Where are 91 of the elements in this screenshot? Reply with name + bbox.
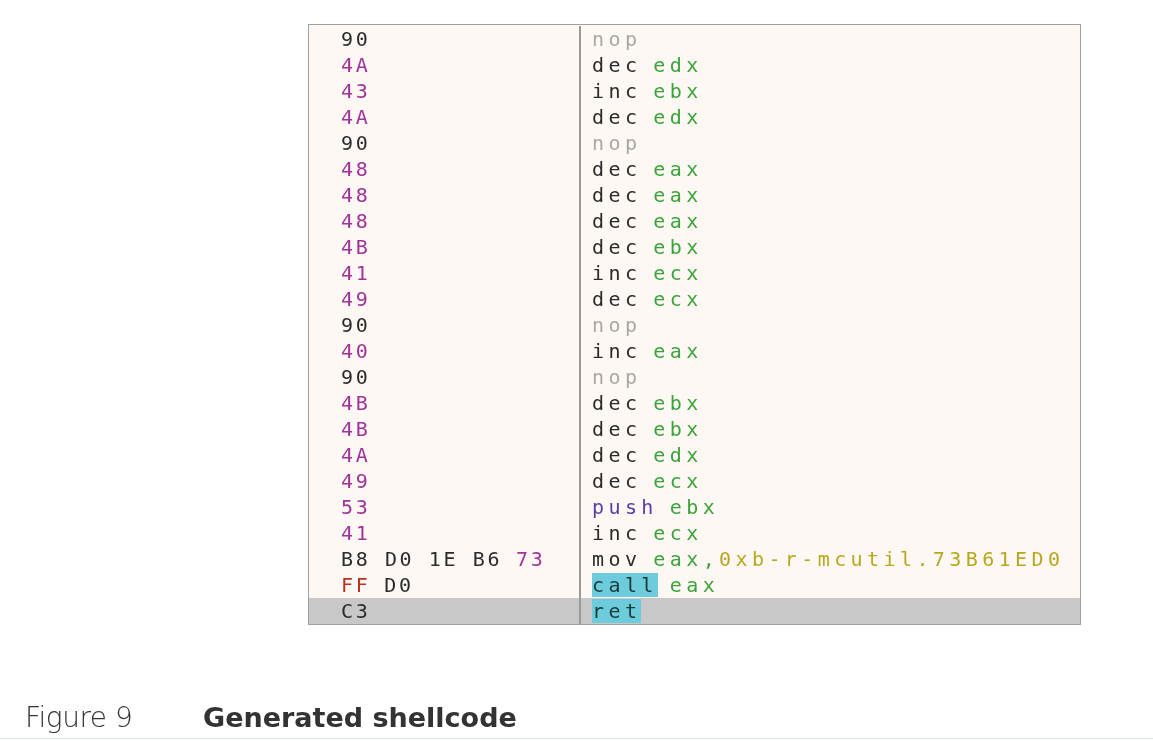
operand: edx [653,443,703,467]
mnemonic: nop [592,27,642,51]
operand: ebx [653,235,703,259]
disassembly-row[interactable]: B8 D0 1E B6 73 mov eax,0xb-r-mcutil.73B61ED0 [309,546,1080,572]
byte-code: 48 [341,209,371,233]
disassembly-row[interactable]: 4A dec edx [309,104,1080,130]
disassembly-row[interactable]: 41 inc ecx [309,520,1080,546]
byte-code: 49 [341,287,371,311]
mnemonic: call [592,573,658,597]
operand: ecx [653,261,703,285]
mnemonic: dec [592,53,642,77]
byte-code: D0 [384,573,414,597]
byte-code: 53 [341,495,371,519]
disassembly-row[interactable]: 4A dec edx [309,52,1080,78]
byte-code: 4A [341,105,371,129]
disassembly-row[interactable]: 4B dec ebx [309,416,1080,442]
operand: eax [669,573,720,597]
byte-code: B8 D0 1E B6 [341,547,503,571]
byte-code: 90 [341,27,371,51]
byte-code: 4A [341,53,371,77]
operand: eax [653,209,703,233]
operand: eax [653,339,703,363]
figure-label: Figure 9 [25,701,134,734]
operand: eax [653,183,703,207]
mnemonic: dec [592,469,642,493]
mnemonic: nop [592,313,642,337]
disassembly-row[interactable]: 4A dec edx [309,442,1080,468]
figure-title: Generated shellcode [203,702,517,733]
mnemonic: dec [592,417,642,441]
disassembly-row[interactable]: 90 nop [309,26,1080,52]
byte-code: 4B [341,235,371,259]
mnemonic: inc [592,79,642,103]
operand: ebx [653,417,703,441]
operand: 0xb-r-mcutil.73B61ED0 [719,547,1065,571]
byte-code: 43 [341,79,371,103]
disassembly-row[interactable]: 40 inc eax [309,338,1080,364]
disassembly-row[interactable]: 90 nop [309,364,1080,390]
byte-code: 48 [341,183,371,207]
mnemonic: push [592,495,658,519]
mnemonic: mov [592,547,642,571]
disassembly-row[interactable]: 43 inc ebx [309,78,1080,104]
operand: ebx [669,495,720,519]
mnemonic: dec [592,443,642,467]
disassembly-row[interactable]: 4B dec ebx [309,234,1080,260]
operand: ecx [653,521,703,545]
operand: ebx [653,391,703,415]
byte-code: 4B [341,417,371,441]
byte-code: 41 [341,521,371,545]
byte-code: 41 [341,261,371,285]
mnemonic: inc [592,261,642,285]
byte-code: 49 [341,469,371,493]
operand: ecx [653,287,703,311]
disassembly-row[interactable]: 4B dec ebx [309,390,1080,416]
disassembly-row[interactable]: 48 dec eax [309,156,1080,182]
byte-code: 90 [341,365,371,389]
disassembly-row[interactable]: 49 dec ecx [309,286,1080,312]
mnemonic: dec [592,183,642,207]
operand: ecx [653,469,703,493]
disassembly-row[interactable]: 90 nop [309,312,1080,338]
disassembly-row[interactable]: 49 dec ecx [309,468,1080,494]
mnemonic: dec [592,209,642,233]
mnemonic: dec [592,235,642,259]
mnemonic: dec [592,157,642,181]
operand: edx [653,105,703,129]
selected-row[interactable]: C3 ret [309,598,1080,624]
mnemonic: dec [592,287,642,311]
mnemonic: inc [592,521,642,545]
operand: ebx [653,79,703,103]
operand: eax [653,157,703,181]
mnemonic: inc [592,339,642,363]
disassembly-row[interactable]: 48 dec eax [309,182,1080,208]
disassembly-row[interactable]: 90 nop [309,130,1080,156]
mnemonic: nop [592,365,642,389]
operand: edx [653,53,703,77]
mnemonic: nop [592,131,642,155]
byte-code: 40 [341,339,371,363]
byte-code: C3 [341,599,371,623]
byte-code: 4A [341,443,371,467]
byte-code: 90 [341,131,371,155]
disassembly-row[interactable]: 48 dec eax [309,208,1080,234]
mnemonic: ret [592,599,642,623]
byte-code: 73 [516,547,546,571]
operand: eax, [653,547,720,571]
byte-code: FF [341,573,371,597]
mnemonic: dec [592,105,642,129]
disassembly-row[interactable]: 53 push ebx [309,494,1080,520]
byte-code: 90 [341,313,371,337]
byte-code: 4B [341,391,371,415]
disassembly-row[interactable]: 41 inc ecx [309,260,1080,286]
byte-code: 48 [341,157,371,181]
mnemonic: dec [592,391,642,415]
